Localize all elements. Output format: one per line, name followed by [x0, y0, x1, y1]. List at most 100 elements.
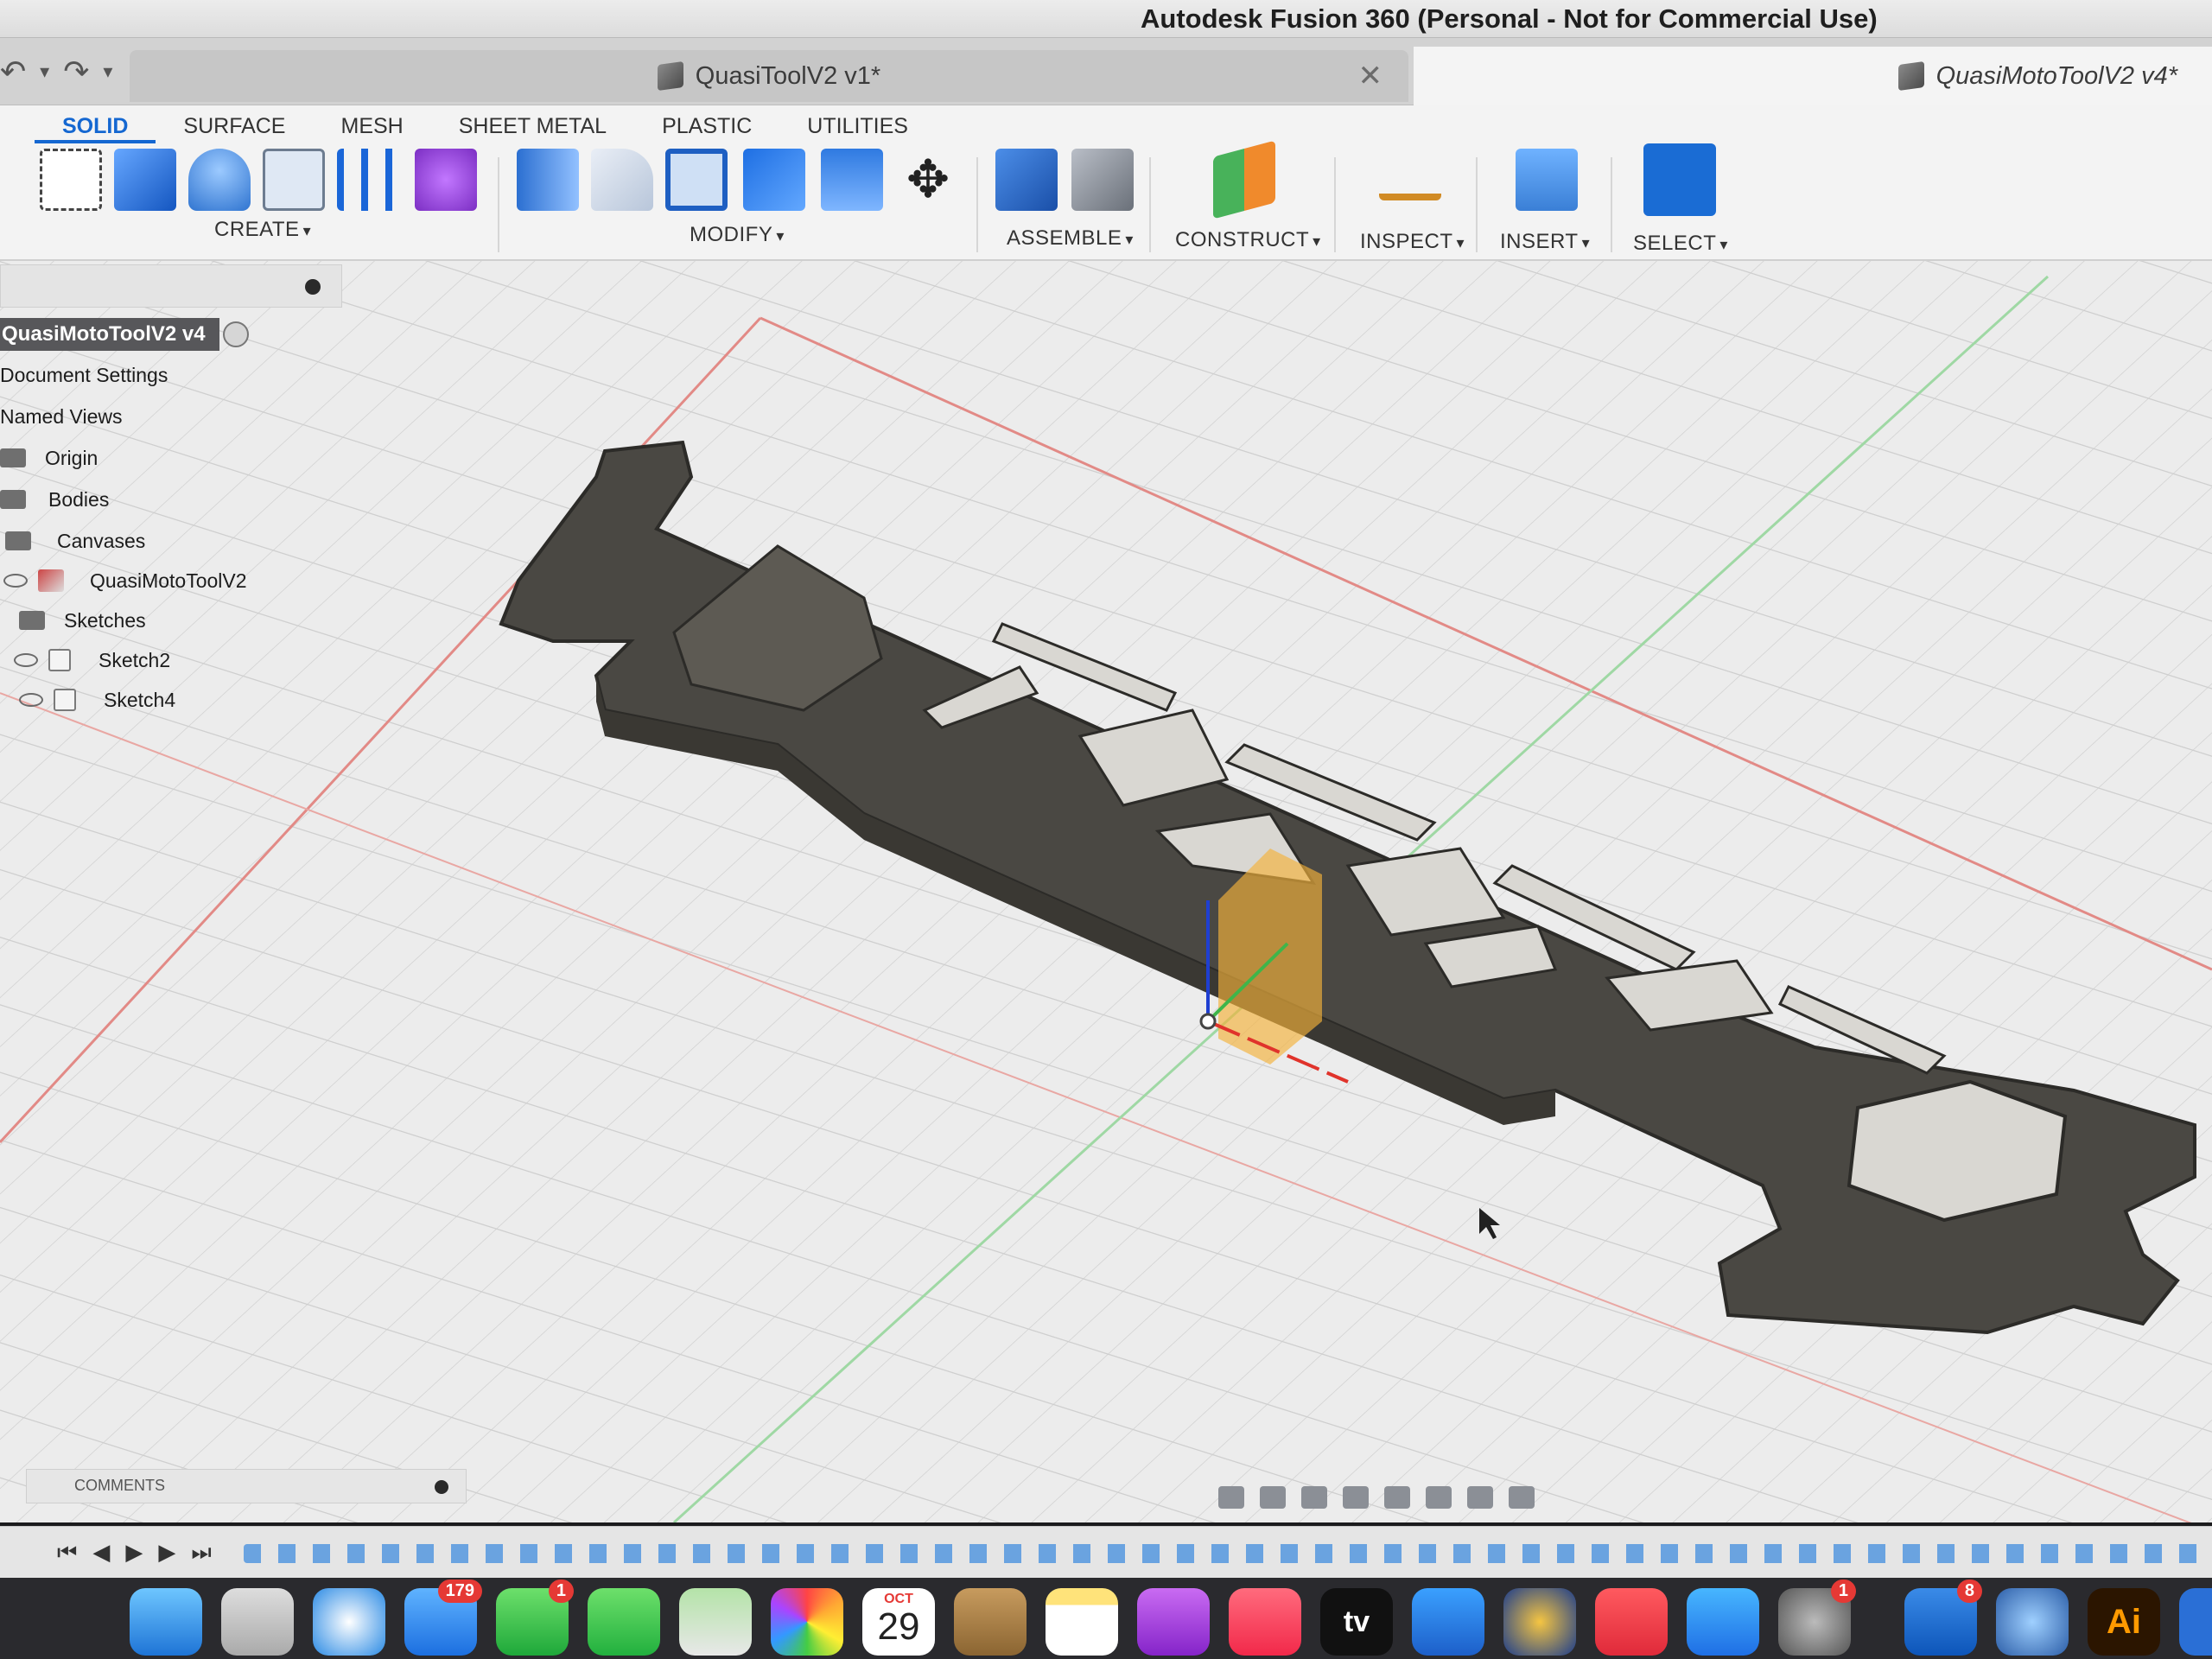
tree-item-bodies[interactable]: Bodies: [0, 482, 109, 517]
3d-viewport[interactable]: [0, 261, 2212, 1522]
ribbon-separator: [1611, 157, 1612, 252]
tree-item-sketch2[interactable]: Sketch2: [14, 643, 170, 677]
word-icon[interactable]: [2179, 1588, 2212, 1656]
tab-plastic[interactable]: PLASTIC: [634, 105, 779, 143]
offset-plane-icon[interactable]: [1213, 140, 1275, 219]
create-menu[interactable]: CREATE ▾: [214, 218, 311, 242]
step-back-icon[interactable]: ◀: [92, 1539, 110, 1567]
redo-dropdown-icon[interactable]: ▾: [103, 60, 112, 90]
measure-icon[interactable]: [1379, 166, 1441, 200]
hole-icon[interactable]: [263, 149, 325, 211]
activate-radio-icon[interactable]: [223, 321, 249, 347]
zoom-window-icon[interactable]: [1384, 1486, 1410, 1509]
select-icon[interactable]: [1643, 143, 1716, 216]
keynote-icon[interactable]: [1412, 1588, 1484, 1656]
inspect-menu[interactable]: INSPECT ▾: [1360, 230, 1465, 254]
tree-item-sketches[interactable]: Sketches: [3, 603, 146, 638]
illustrator-icon[interactable]: Ai: [2088, 1588, 2160, 1656]
timeline-feature-track[interactable]: [244, 1544, 2205, 1563]
messages-icon[interactable]: [588, 1588, 660, 1656]
assemble-menu[interactable]: ASSEMBLE ▾: [1007, 226, 1134, 251]
joint-icon[interactable]: [1071, 149, 1134, 211]
contacts-icon[interactable]: [954, 1588, 1027, 1656]
maps-icon[interactable]: [679, 1588, 752, 1656]
tab-mesh[interactable]: MESH: [314, 105, 431, 143]
shell-icon[interactable]: [665, 149, 728, 211]
replace-face-icon[interactable]: [821, 149, 883, 211]
apple-tv-icon[interactable]: tv: [1320, 1588, 1393, 1656]
tree-item-document-settings[interactable]: Document Settings: [0, 358, 168, 392]
outlook-icon[interactable]: 8: [1904, 1580, 1982, 1656]
tab-quasimototoolv2[interactable]: QuasiMotoToolV2 v4*: [1414, 47, 2212, 105]
select-menu[interactable]: SELECT ▾: [1633, 232, 1728, 256]
ribbon-tabs: SOLID SURFACE MESH SHEET METAL PLASTIC U…: [35, 105, 936, 143]
visibility-eye-icon[interactable]: [3, 574, 28, 588]
display-settings-icon[interactable]: [1426, 1486, 1452, 1509]
calendar-icon[interactable]: OCT 29: [862, 1588, 935, 1656]
finder-icon[interactable]: [130, 1588, 202, 1656]
construct-menu[interactable]: CONSTRUCT ▾: [1175, 228, 1321, 252]
app-store-icon[interactable]: [1687, 1588, 1759, 1656]
news-icon[interactable]: [1595, 1588, 1668, 1656]
step-forward-icon[interactable]: ▶: [158, 1539, 175, 1567]
press-pull-icon[interactable]: [517, 149, 579, 211]
visibility-eye-icon[interactable]: [14, 653, 38, 667]
fillet-icon[interactable]: [591, 149, 653, 211]
new-component-icon[interactable]: [995, 149, 1058, 211]
comments-panel[interactable]: COMMENTS: [26, 1469, 467, 1503]
insert-image-icon[interactable]: [1516, 149, 1578, 211]
tree-item-sketch4[interactable]: Sketch4: [19, 683, 175, 717]
facetime-icon[interactable]: 1: [496, 1580, 574, 1656]
move-icon[interactable]: ✥: [897, 149, 959, 211]
globe-app-icon[interactable]: [1996, 1588, 2069, 1656]
orbit-icon[interactable]: [1218, 1486, 1244, 1509]
macos-dock: 179 1 OCT 29 tv 1 8 Ai: [0, 1578, 2212, 1659]
mail-icon[interactable]: 179: [404, 1580, 482, 1656]
revolve-icon[interactable]: [188, 149, 251, 211]
go-to-end-icon[interactable]: ⏭: [191, 1539, 211, 1567]
close-tab-icon[interactable]: ✕: [1358, 59, 1383, 93]
play-icon[interactable]: ▶: [125, 1539, 143, 1567]
pattern-icon[interactable]: [337, 149, 399, 211]
extrude-icon[interactable]: [114, 149, 176, 211]
compass-app-icon[interactable]: [1503, 1588, 1576, 1656]
tab-quasitoolv2[interactable]: QuasiToolV2 v1* ✕: [130, 50, 1408, 102]
tree-root-component[interactable]: QuasiMotoToolV2 v4: [0, 318, 219, 351]
look-at-icon[interactable]: [1260, 1486, 1286, 1509]
create-sketch-icon[interactable]: [40, 149, 102, 211]
photos-icon[interactable]: [771, 1588, 843, 1656]
podcasts-icon[interactable]: [1137, 1588, 1210, 1656]
undo-dropdown-icon[interactable]: ▾: [40, 60, 49, 90]
undo-icon[interactable]: ↶: [0, 54, 26, 90]
zoom-icon[interactable]: [1343, 1486, 1369, 1509]
create-form-icon[interactable]: [415, 149, 477, 211]
redo-icon[interactable]: ↷: [63, 54, 89, 90]
visibility-eye-icon[interactable]: [19, 693, 43, 707]
tab-solid[interactable]: SOLID: [35, 105, 156, 143]
combine-icon[interactable]: [743, 149, 805, 211]
go-to-start-icon[interactable]: ⏮: [57, 1539, 77, 1567]
notes-icon[interactable]: [1046, 1588, 1118, 1656]
illustrator-label: Ai: [2107, 1603, 2141, 1641]
grid-settings-icon[interactable]: [1467, 1486, 1493, 1509]
tree-item-origin[interactable]: Origin: [0, 441, 98, 475]
pan-hand-icon[interactable]: [1301, 1486, 1327, 1509]
launchpad-icon[interactable]: [221, 1588, 294, 1656]
system-preferences-icon[interactable]: 1: [1778, 1580, 1856, 1656]
tab-sheet-metal[interactable]: SHEET METAL: [431, 105, 634, 143]
origin-point[interactable]: [1199, 1013, 1217, 1030]
safari-icon[interactable]: [313, 1588, 385, 1656]
tab-utilities[interactable]: UTILITIES: [779, 105, 936, 143]
viewports-icon[interactable]: [1509, 1486, 1535, 1509]
expand-comments-icon[interactable]: [435, 1480, 448, 1494]
tree-item-named-views[interactable]: Named Views: [0, 399, 122, 434]
tree-item-canvases[interactable]: Canvases: [5, 524, 145, 558]
tree-item-canvas-quasimototoolv2[interactable]: QuasiMotoToolV2: [3, 563, 247, 598]
tab-surface[interactable]: SURFACE: [156, 105, 313, 143]
collapse-icon[interactable]: [305, 279, 321, 295]
viewport-canvas: [0, 261, 2212, 1522]
music-icon[interactable]: [1229, 1588, 1301, 1656]
insert-menu[interactable]: INSERT ▾: [1500, 230, 1590, 254]
modify-menu[interactable]: MODIFY ▾: [690, 223, 785, 247]
folder-icon: [5, 531, 31, 550]
